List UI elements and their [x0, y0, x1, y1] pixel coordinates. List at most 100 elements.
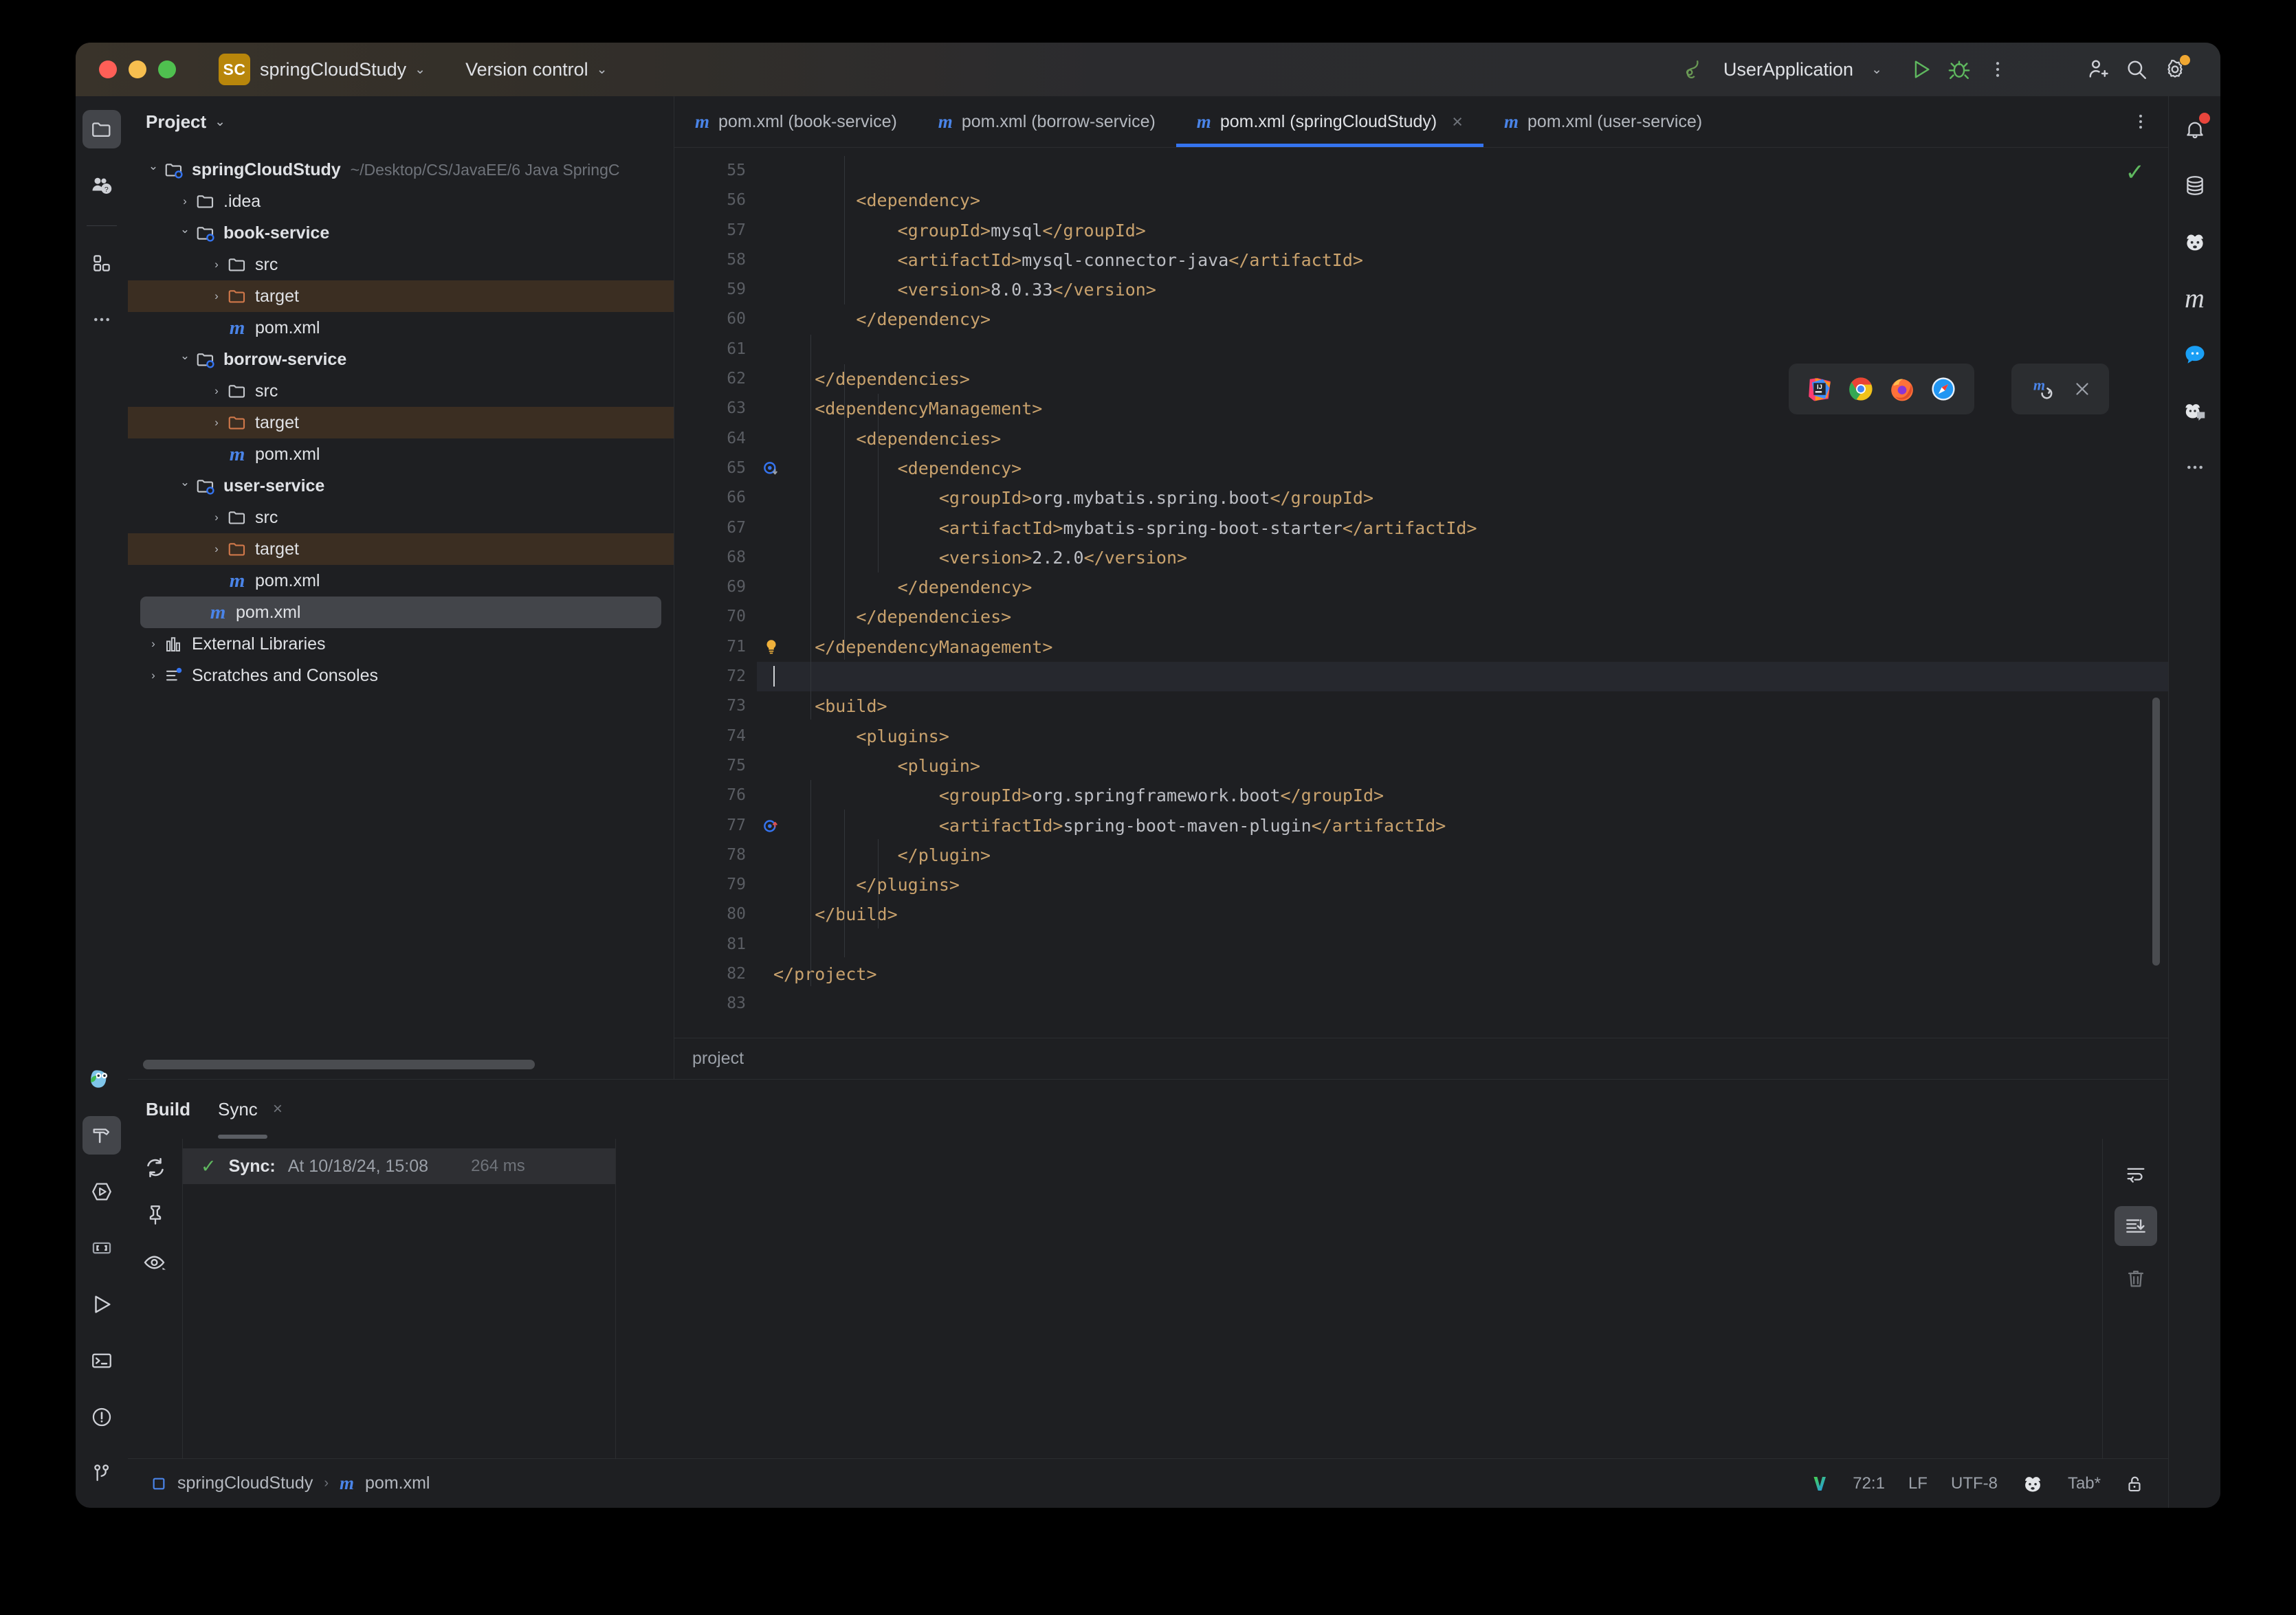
status-breadcrumb[interactable]: springCloudStudy › m pom.xml: [151, 1473, 430, 1494]
gutter-line-66[interactable]: 66: [674, 483, 757, 513]
code-line-79[interactable]: </plugins>: [757, 870, 2168, 900]
tree-node-book-service[interactable]: ⌄book-service: [128, 217, 674, 249]
run-configuration-selector[interactable]: UserApplication ⌄: [1681, 58, 1882, 81]
chevron-down-icon[interactable]: ⌄: [176, 223, 194, 236]
chevron-down-icon[interactable]: ⌄: [144, 159, 162, 173]
code-line-58[interactable]: <artifactId>mysql-connector-java</artifa…: [757, 245, 2168, 275]
delete-icon[interactable]: [2115, 1258, 2157, 1298]
gutter-line-61[interactable]: 61: [674, 335, 757, 364]
close-icon[interactable]: [2072, 379, 2093, 399]
maximize-window-button[interactable]: [158, 60, 176, 78]
gutter-line-82[interactable]: 82: [674, 959, 757, 989]
sidebar-item-run[interactable]: [82, 1285, 121, 1324]
sidebar-item-structure[interactable]: [82, 244, 121, 282]
editor-tabs-more-button[interactable]: [2113, 96, 2168, 147]
chevron-right-icon[interactable]: ›: [176, 194, 194, 208]
sidebar-item-terminal[interactable]: [82, 1341, 121, 1380]
gutter-line-81[interactable]: 81: [674, 930, 757, 959]
chevron-down-icon[interactable]: ⌄: [176, 476, 194, 489]
gutter-line-56[interactable]: 56: [674, 186, 757, 215]
code-line-74[interactable]: <plugins>: [757, 722, 2168, 751]
inspection-status-icon[interactable]: ✓: [2126, 159, 2145, 186]
close-icon[interactable]: ×: [273, 1100, 283, 1119]
chevron-right-icon[interactable]: ›: [144, 669, 162, 682]
encoding-label[interactable]: UTF-8: [1951, 1474, 1998, 1493]
editor-breadcrumb[interactable]: project: [674, 1038, 2168, 1079]
sidebar-item-database[interactable]: [2176, 166, 2214, 205]
project-menu[interactable]: springCloudStudy ⌄: [250, 59, 426, 80]
sidebar-item-ai-chat[interactable]: [2176, 335, 2214, 374]
tree-node-user-service[interactable]: ⌄user-service: [128, 470, 674, 502]
chevron-right-icon[interactable]: ›: [208, 258, 225, 271]
tree-node-pom-xml[interactable]: mpom.xml: [128, 565, 674, 597]
gutter-line-57[interactable]: 57: [674, 216, 757, 245]
tree-node-target[interactable]: ›target: [128, 407, 674, 438]
project-tree[interactable]: ⌄springCloudStudy~/Desktop/CS/JavaEE/6 J…: [128, 147, 674, 1079]
maven-actions-toolbar[interactable]: m: [2011, 364, 2109, 414]
editor-tab-bar[interactable]: mpom.xml (book-service)mpom.xml (borrow-…: [674, 96, 2168, 147]
editor-tab-2[interactable]: mpom.xml (springCloudStudy)×: [1176, 96, 1483, 147]
code-line-65[interactable]: <dependency>: [757, 454, 2168, 483]
browser-preview-toolbar[interactable]: IJ: [1789, 364, 1974, 414]
scroll-to-end-icon[interactable]: [2115, 1206, 2157, 1246]
tree-node-pom-xml[interactable]: mpom.xml: [128, 312, 674, 344]
code-line-64[interactable]: <dependencies>: [757, 424, 2168, 454]
add-user-button[interactable]: [2079, 50, 2117, 89]
version-control-menu[interactable]: Version control ⌄: [456, 59, 608, 80]
gutter-line-65[interactable]: 65: [674, 454, 757, 483]
editor-gutter[interactable]: 5556575859606162636465666768697071727374…: [674, 148, 757, 1038]
code-line-66[interactable]: <groupId>org.mybatis.spring.boot</groupI…: [757, 483, 2168, 513]
code-line-60[interactable]: </dependency>: [757, 304, 2168, 334]
gutter-line-67[interactable]: 67: [674, 513, 757, 543]
gutter-line-55[interactable]: 55: [674, 156, 757, 186]
code-line-56[interactable]: <dependency>: [757, 186, 2168, 215]
rerun-icon[interactable]: [143, 1155, 168, 1180]
code-line-57[interactable]: <groupId>mysql</groupId>: [757, 216, 2168, 245]
editor-vertical-scrollbar[interactable]: [2152, 698, 2160, 966]
code-line-78[interactable]: </plugin>: [757, 840, 2168, 870]
code-line-68[interactable]: <version>2.2.0</version>: [757, 543, 2168, 572]
code-line-71[interactable]: </dependencyManagement>: [757, 632, 2168, 662]
gutter-line-76[interactable]: 76: [674, 781, 757, 810]
code-line-81[interactable]: [757, 930, 2168, 959]
chrome-icon[interactable]: [1848, 376, 1874, 402]
sidebar-item-build[interactable]: [82, 1116, 121, 1155]
sidebar-item-more[interactable]: [82, 300, 121, 339]
code-line-80[interactable]: </build>: [757, 900, 2168, 929]
gutter-line-78[interactable]: 78: [674, 840, 757, 870]
pin-icon[interactable]: [144, 1203, 167, 1227]
code-line-61[interactable]: [757, 335, 2168, 364]
code-line-75[interactable]: <plugin>: [757, 751, 2168, 781]
tree-node-pom-xml[interactable]: mpom.xml: [128, 438, 674, 470]
tree-node-scratches-and-consoles[interactable]: ›Scratches and Consoles: [128, 660, 674, 691]
code-line-67[interactable]: <artifactId>mybatis-spring-boot-starter<…: [757, 513, 2168, 543]
chevron-right-icon[interactable]: ›: [208, 511, 225, 524]
lock-icon[interactable]: [2124, 1473, 2145, 1494]
sidebar-item-coverage[interactable]: [82, 1172, 121, 1211]
minimize-window-button[interactable]: [129, 60, 146, 78]
gutter-line-59[interactable]: 59: [674, 275, 757, 304]
gutter-line-83[interactable]: 83: [674, 989, 757, 1018]
editor-tab-0[interactable]: mpom.xml (book-service): [674, 96, 918, 147]
gutter-line-75[interactable]: 75: [674, 751, 757, 781]
code-line-55[interactable]: [757, 156, 2168, 186]
tree-node-springcloudstudy[interactable]: ⌄springCloudStudy~/Desktop/CS/JavaEE/6 J…: [128, 154, 674, 186]
gutter-line-58[interactable]: 58: [674, 245, 757, 275]
sidebar-item-version-control[interactable]: [82, 1454, 121, 1493]
sidebar-item-more-tools[interactable]: [2176, 448, 2214, 487]
settings-button[interactable]: [2156, 50, 2194, 89]
tree-node-external-libraries[interactable]: ›External Libraries: [128, 628, 674, 660]
tree-node-borrow-service[interactable]: ⌄borrow-service: [128, 344, 674, 375]
safari-icon[interactable]: [1930, 376, 1956, 402]
tree-node-pom-xml[interactable]: mpom.xml: [140, 597, 661, 628]
gutter-line-63[interactable]: 63: [674, 394, 757, 423]
line-separator-label[interactable]: LF: [1908, 1474, 1928, 1493]
gutter-line-74[interactable]: 74: [674, 722, 757, 751]
tree-node--idea[interactable]: ›.idea: [128, 186, 674, 217]
caret-position-label[interactable]: 72:1: [1853, 1474, 1885, 1493]
code-line-72[interactable]: [757, 662, 2168, 691]
code-line-82[interactable]: </project>: [757, 959, 2168, 989]
window-controls[interactable]: [99, 60, 176, 78]
close-icon[interactable]: ×: [1452, 111, 1463, 133]
indent-label[interactable]: Tab*: [2068, 1474, 2101, 1493]
